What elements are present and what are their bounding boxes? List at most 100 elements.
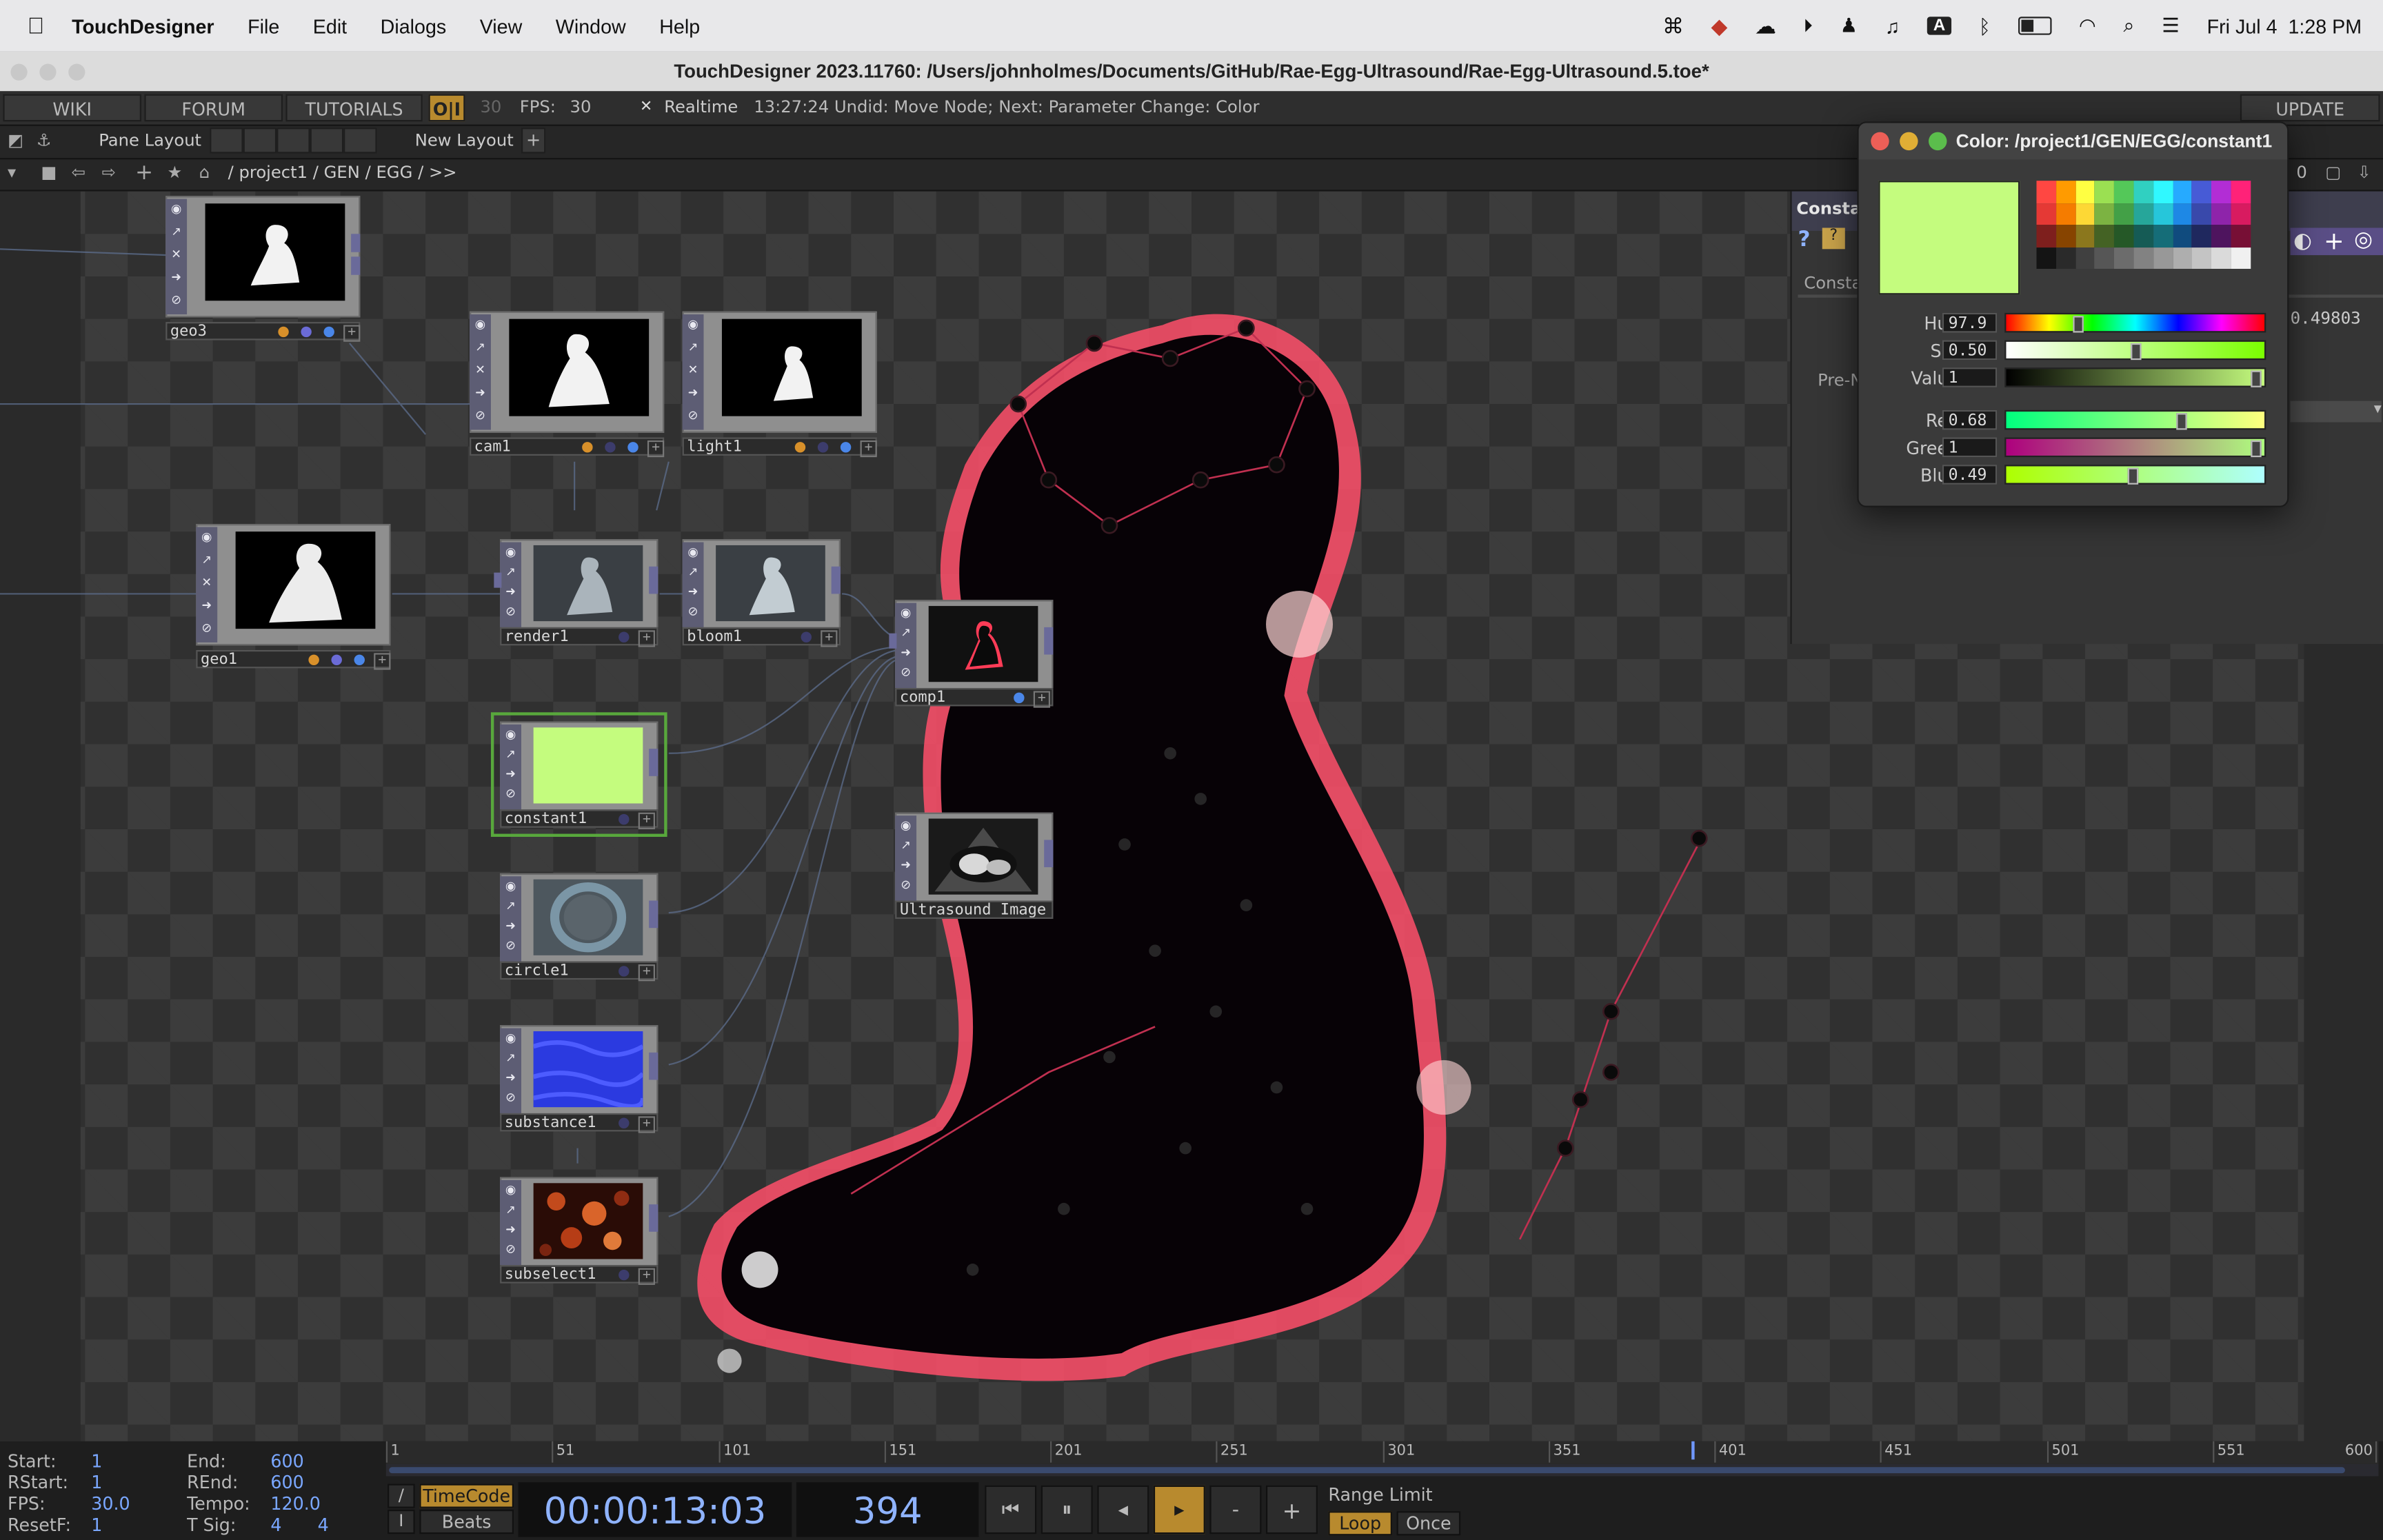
input-a-icon[interactable]: A [1927,17,1952,35]
pane-down-icon[interactable]: ⇩ [2357,159,2371,187]
spotlight-icon[interactable]: ⌕ [2124,14,2135,38]
value-slider[interactable] [2004,367,2266,387]
layout-5-button[interactable] [343,128,377,154]
bypass-flag-icon[interactable]: ↗ [503,565,519,580]
display-flag-icon[interactable]: ➜ [199,598,214,614]
timeline-ruler[interactable]: 1 51 101 151 201 251 301 351 401 451 501 551 600 [385,1441,2379,1464]
node-label[interactable]: geo3 [170,323,207,340]
add-icon[interactable]: + [638,1268,655,1285]
zoom-window-button[interactable] [68,63,86,81]
accessibility-icon[interactable]: ♟ [1840,14,1858,38]
chevron-down-icon[interactable]: ▾ [2290,401,2382,423]
palette-swatch[interactable] [2172,181,2193,203]
output-connector[interactable] [1044,627,1054,655]
green-slider[interactable] [2004,437,2266,458]
python-help-icon[interactable]: ? [1822,227,1845,250]
palette-swatch[interactable] [2095,247,2115,269]
instance-dot-icon[interactable] [801,631,812,642]
slash-button[interactable]: / [388,1483,415,1508]
menu-clock[interactable]: Fri Jul 4 1:28 PM [2207,14,2362,37]
blue-field[interactable]: 0.49 [1942,465,1998,485]
layout-3-button[interactable] [276,128,310,154]
bookmark-star-icon[interactable]: ★ [167,159,182,187]
node-label[interactable]: render1 [505,629,569,645]
instance-dot-icon[interactable] [619,631,630,642]
input-connector[interactable] [889,633,897,649]
display-flag-icon[interactable]: ➜ [685,386,701,401]
blue-slider-handle[interactable] [2127,467,2139,485]
headphones-icon[interactable]: ♫ [1885,14,1900,37]
lock-flag-icon[interactable]: ✕ [685,363,701,378]
menu-view[interactable]: View [480,14,523,37]
palette-swatch[interactable] [2133,203,2153,225]
resetf-field[interactable]: 1 [91,1514,102,1536]
value-field[interactable]: 1 [1942,367,1998,387]
display-flag-icon[interactable]: ➜ [503,1223,519,1238]
playhead[interactable] [1691,1441,1695,1460]
render-flag-icon[interactable]: ⊘ [199,621,214,636]
back-arrow-icon[interactable]: ⇦ [72,159,86,187]
loop-button[interactable]: Loop [1328,1511,1392,1536]
instance-dot-icon[interactable] [794,442,806,453]
palette-swatch[interactable] [2055,181,2075,203]
palette-swatch[interactable] [2114,247,2134,269]
viewer-flag-icon[interactable]: ◉ [199,530,214,545]
add-icon[interactable]: + [860,440,877,458]
update-button[interactable]: UPDATE [2240,94,2380,122]
palette-swatch[interactable] [2231,225,2251,247]
lock-flag-icon[interactable]: ✕ [472,363,487,378]
cloud-icon[interactable]: ☁ [1755,13,1776,39]
home-icon[interactable]: ⌂ [199,159,210,187]
viewer-flag-icon[interactable]: ◉ [503,880,519,895]
menu-dialogs[interactable]: Dialogs [381,14,447,37]
instance-dot-icon[interactable] [308,654,319,666]
menu-help[interactable]: Help [659,14,700,37]
render-flag-icon[interactable]: ⊘ [685,605,701,620]
color-palette-grid[interactable] [2036,181,2251,269]
add-param-icon[interactable]: + [2324,226,2344,255]
palette-swatch[interactable] [2075,181,2095,203]
frame-display[interactable]: 394 [796,1482,979,1537]
pane-type-icon[interactable]: ◩ [8,128,23,155]
render-flag-icon[interactable]: ⊘ [169,293,184,308]
rewind-icon[interactable]: ⏮ [985,1485,1037,1534]
python-icon[interactable]: ◐ [2293,230,2312,254]
instance-dot-icon[interactable] [278,326,289,338]
render-flag-icon[interactable]: ⊘ [503,605,519,620]
display-flag-icon[interactable]: ➜ [503,919,519,934]
faster-button[interactable]: + [1266,1485,1318,1534]
bypass-flag-icon[interactable]: ↗ [503,899,519,914]
palette-swatch[interactable] [2114,203,2134,225]
display-flag-icon[interactable]: ➜ [503,1071,519,1086]
battery-icon[interactable] [2018,17,2052,35]
palette-swatch[interactable] [2133,181,2153,203]
bypass-flag-icon[interactable]: ↗ [685,565,701,580]
tutorials-button[interactable]: TUTORIALS [285,94,423,122]
bypass-flag-icon[interactable]: ↗ [898,626,914,641]
output-connector[interactable] [1044,840,1054,868]
palette-swatch[interactable] [2192,203,2212,225]
palette-swatch[interactable] [2192,247,2212,269]
palette-swatch[interactable] [2153,181,2173,203]
add-icon[interactable]: + [638,630,655,647]
viewer-flag-icon[interactable]: ◉ [685,545,701,560]
palette-swatch[interactable] [2192,181,2212,203]
param-tab[interactable]: Consta [1804,274,1862,294]
render-flag-icon[interactable]: ⊘ [898,665,914,680]
bypass-flag-icon[interactable]: ↗ [898,838,914,853]
palette-swatch[interactable] [2211,247,2231,269]
palette-swatch[interactable] [2036,203,2056,225]
bypass-flag-icon[interactable]: ↗ [685,341,701,356]
render-flag-icon[interactable]: ⊘ [503,939,519,954]
display-flag-icon[interactable]: ➜ [472,386,487,401]
node-label[interactable]: subselect1 [505,1266,596,1283]
beats-button[interactable]: Beats [419,1509,514,1534]
minimize-dialog-button[interactable] [1900,132,1918,151]
wiki-button[interactable]: WIKI [3,94,141,122]
end-field[interactable]: 600 [270,1450,303,1472]
palette-swatch[interactable] [2095,181,2115,203]
control-center-icon[interactable]: ☰ [2162,14,2180,38]
tsig-numerator[interactable]: 4 [270,1514,281,1536]
anchor-icon[interactable]: ⚓ [37,128,52,155]
bypass-flag-icon[interactable]: ↗ [503,747,519,762]
